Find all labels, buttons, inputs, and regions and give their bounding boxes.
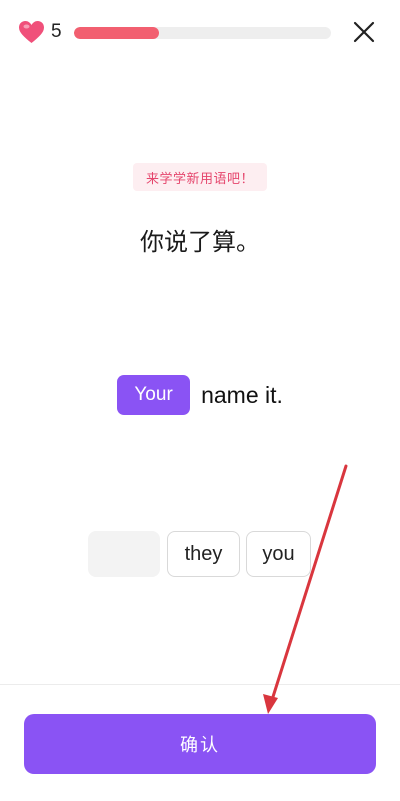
answer-sentence: Your name it. (0, 375, 400, 415)
prompt-sentence: 你说了算。 (140, 228, 260, 256)
empty-word-slot (88, 531, 160, 577)
lesson-progress-fill (74, 27, 159, 39)
sentence-remainder: name it. (201, 381, 283, 408)
close-icon (352, 20, 376, 48)
close-button[interactable] (350, 20, 378, 48)
word-chip-they[interactable]: they (167, 531, 240, 577)
hearts-count: 5 (51, 21, 62, 42)
heart-icon (18, 20, 45, 44)
hearts-counter: 5 (18, 20, 62, 44)
confirm-button[interactable]: 确认 (24, 714, 376, 774)
lesson-type-badge: 来学学新用语吧！ (133, 163, 267, 191)
selected-word-chip[interactable]: Your (117, 375, 191, 415)
word-chip-you[interactable]: you (246, 531, 311, 577)
word-bank: they you (0, 531, 400, 577)
lesson-progress-bar (74, 27, 331, 39)
footer-divider (0, 684, 400, 685)
